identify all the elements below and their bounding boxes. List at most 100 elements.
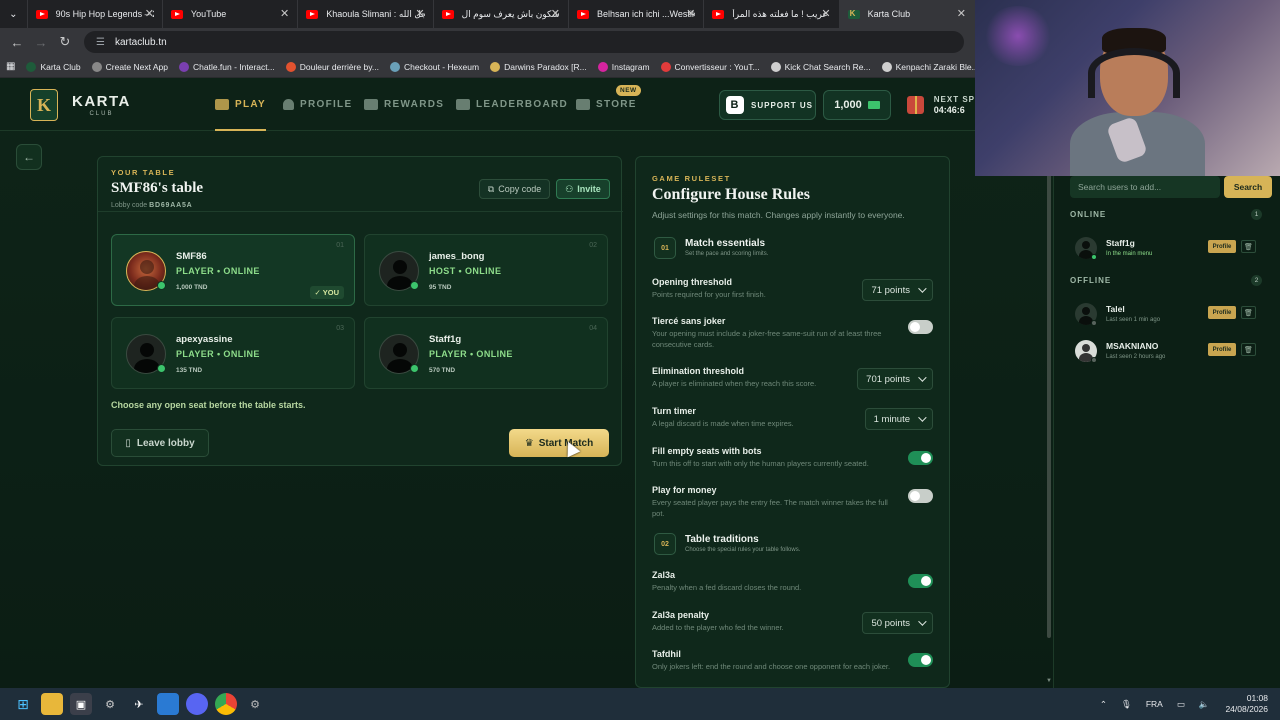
seat-card[interactable]: Staff1g PLAYER • ONLINE 570 TND 04: [364, 317, 608, 389]
clock[interactable]: 01:08 24/08/2026: [1225, 693, 1268, 715]
rule-toggle[interactable]: [908, 574, 933, 588]
close-tab-icon[interactable]: ✕: [821, 7, 830, 20]
store-app-icon[interactable]: ▣: [70, 693, 92, 715]
bookmark-item[interactable]: Checkout - Hexeum: [389, 61, 479, 72]
rule-toggle[interactable]: [908, 489, 933, 503]
friend-row[interactable]: Talel Last seen 1 min ago Profile 🗑: [1070, 300, 1270, 330]
bookmark-item[interactable]: Create Next App: [91, 61, 168, 72]
online-status-dot: [410, 364, 419, 373]
browser-tab[interactable]: Karta Club ✕: [839, 0, 975, 28]
reload-icon[interactable]: ↻: [54, 31, 76, 53]
bookmark-item[interactable]: Instagram: [597, 61, 650, 72]
bookmark-item[interactable]: Chatle.fun - Interact...: [179, 61, 275, 72]
youtube-icon: [35, 9, 48, 19]
bookmark-item[interactable]: Douleur derrière by...: [285, 61, 379, 72]
profile-button[interactable]: Profile: [1208, 306, 1236, 319]
back-arrow-icon[interactable]: ←: [6, 31, 28, 53]
close-tab-icon[interactable]: ✕: [145, 7, 154, 20]
rule-toggle[interactable]: [908, 451, 933, 465]
tab-search-dropdown[interactable]: ⌄: [0, 0, 28, 28]
support-us-button[interactable]: B SUPPORT US: [719, 90, 816, 120]
seat-player-name: apexyassine: [176, 334, 233, 345]
vscode-icon[interactable]: [157, 693, 179, 715]
bookmark-item[interactable]: Kenpachi Zaraki Ble...: [881, 61, 979, 72]
volume-icon[interactable]: 🔈: [1199, 699, 1210, 710]
network-icon[interactable]: ▭: [1177, 699, 1185, 710]
invite-button[interactable]: ⚇ Invite: [556, 179, 610, 199]
profile-button[interactable]: Profile: [1208, 343, 1236, 356]
scrollbar-thumb[interactable]: [1047, 168, 1051, 638]
profile-button[interactable]: Profile: [1208, 240, 1236, 253]
rule-row: Tafdhil Only jokers left: end the round a…: [652, 649, 936, 673]
seat-player-balance: 135 TND: [176, 367, 203, 374]
settings-app-icon[interactable]: ⚙: [99, 693, 121, 715]
nav-rewards[interactable]: REWARDS: [364, 78, 444, 131]
friend-row[interactable]: MSAKNIANO Last seen 2 hours ago Profile 🗑: [1070, 337, 1270, 367]
close-tab-icon[interactable]: ✕: [551, 7, 560, 20]
nav-leaderboard[interactable]: LEADERBOARD: [456, 78, 568, 131]
bookmark-item[interactable]: Convertisseur : YouT...: [660, 61, 760, 72]
tab-title: Karta Club: [867, 9, 911, 19]
apps-grid-icon[interactable]: ▦: [6, 61, 15, 72]
browser-tab[interactable]: غريب ! ما فعلته هذه المرأ ✕: [704, 0, 840, 28]
rule-select[interactable]: 701 points: [857, 368, 933, 390]
bookmark-favicon-icon: [389, 61, 400, 72]
close-tab-icon[interactable]: ✕: [957, 7, 966, 20]
start-match-button[interactable]: ♛ Start Match: [509, 429, 609, 457]
windows-start-icon[interactable]: ⊞: [12, 693, 34, 715]
bookmark-item[interactable]: Kick Chat Search Re...: [770, 61, 871, 72]
bookmark-favicon-icon: [597, 61, 608, 72]
browser-tab[interactable]: شكون باش يعرف سوم ال..✕: [434, 0, 569, 28]
seat-player-status: PLAYER • ONLINE: [176, 349, 260, 359]
browser-tab[interactable]: YouTube ✕: [163, 0, 299, 28]
trash-icon[interactable]: 🗑: [1241, 240, 1256, 253]
site-settings-icon[interactable]: ☰: [96, 37, 105, 48]
back-button[interactable]: ←: [16, 144, 42, 170]
rule-select[interactable]: 71 points: [862, 279, 933, 301]
copy-code-label: Copy code: [498, 184, 542, 194]
close-tab-icon[interactable]: ✕: [280, 7, 289, 20]
microphone-tray-icon[interactable]: 🎙: [1121, 699, 1132, 710]
trash-icon[interactable]: 🗑: [1241, 306, 1256, 319]
browser-tab[interactable]: 90s Hip Hop Legends – 2l ✕: [28, 0, 163, 28]
search-button[interactable]: Search: [1224, 176, 1272, 198]
chrome-icon[interactable]: [215, 693, 237, 715]
close-tab-icon[interactable]: ✕: [415, 7, 424, 20]
tray-overflow-icon[interactable]: ⌃: [1100, 699, 1107, 710]
next-spin[interactable]: NEXT SP 04:46:6: [899, 90, 975, 120]
rule-select[interactable]: 1 minute: [864, 408, 933, 430]
file-explorer-icon[interactable]: [41, 693, 63, 715]
balance-display: 1,000: [823, 90, 891, 120]
seat-card[interactable]: apexyassine PLAYER • ONLINE 135 TND 03: [111, 317, 355, 389]
nav-profile[interactable]: PROFILE: [283, 78, 352, 131]
nav-play[interactable]: PLAY: [215, 78, 266, 131]
language-indicator[interactable]: FRA: [1146, 699, 1163, 709]
podium-icon: [456, 99, 470, 110]
rule-toggle[interactable]: [908, 320, 933, 334]
url-input[interactable]: ☰ kartaclub.tn: [84, 31, 964, 53]
seat-card[interactable]: james_bong HOST • ONLINE 95 TND 02: [364, 234, 608, 306]
trash-icon[interactable]: 🗑: [1241, 343, 1256, 356]
karta-logo[interactable]: K KARTA CLUB: [30, 89, 131, 121]
discord-icon[interactable]: [186, 693, 208, 715]
gear-app-icon[interactable]: ⚙: [244, 693, 266, 715]
friend-row[interactable]: Staff1g In the main menu Profile 🗑: [1070, 234, 1270, 264]
scroll-down-arrow-icon[interactable]: ▼: [1046, 678, 1052, 684]
rule-select[interactable]: 50 points: [862, 612, 933, 634]
rule-row: Tiercé sans joker Your opening must inclu…: [652, 316, 936, 351]
bookmark-item[interactable]: Karta Club: [26, 61, 81, 72]
forward-arrow-icon[interactable]: →: [30, 31, 52, 53]
leave-lobby-button[interactable]: ▯ Leave lobby: [111, 429, 209, 457]
browser-tab[interactable]: Khaoula Slimani : أجل الله✕: [298, 0, 434, 28]
rule-toggle[interactable]: [908, 653, 933, 667]
seat-card[interactable]: SMF86 PLAYER • ONLINE 1,000 TND 01 ✓ YOU: [111, 234, 355, 306]
seat-number: 04: [589, 325, 597, 332]
steam-icon[interactable]: ✈: [128, 693, 150, 715]
user-search-input[interactable]: Search users to add...: [1070, 176, 1220, 198]
close-tab-icon[interactable]: ✕: [686, 7, 695, 20]
browser-tab[interactable]: Belhsan ich ichi ...Westik - ✕: [569, 0, 705, 28]
webcam-overlay: [975, 0, 1280, 176]
bookmark-item[interactable]: Darwins Paradox [R...: [490, 61, 587, 72]
online-heading: ONLINE: [1070, 210, 1107, 219]
copy-code-button[interactable]: ⧉ Copy code: [479, 179, 550, 199]
